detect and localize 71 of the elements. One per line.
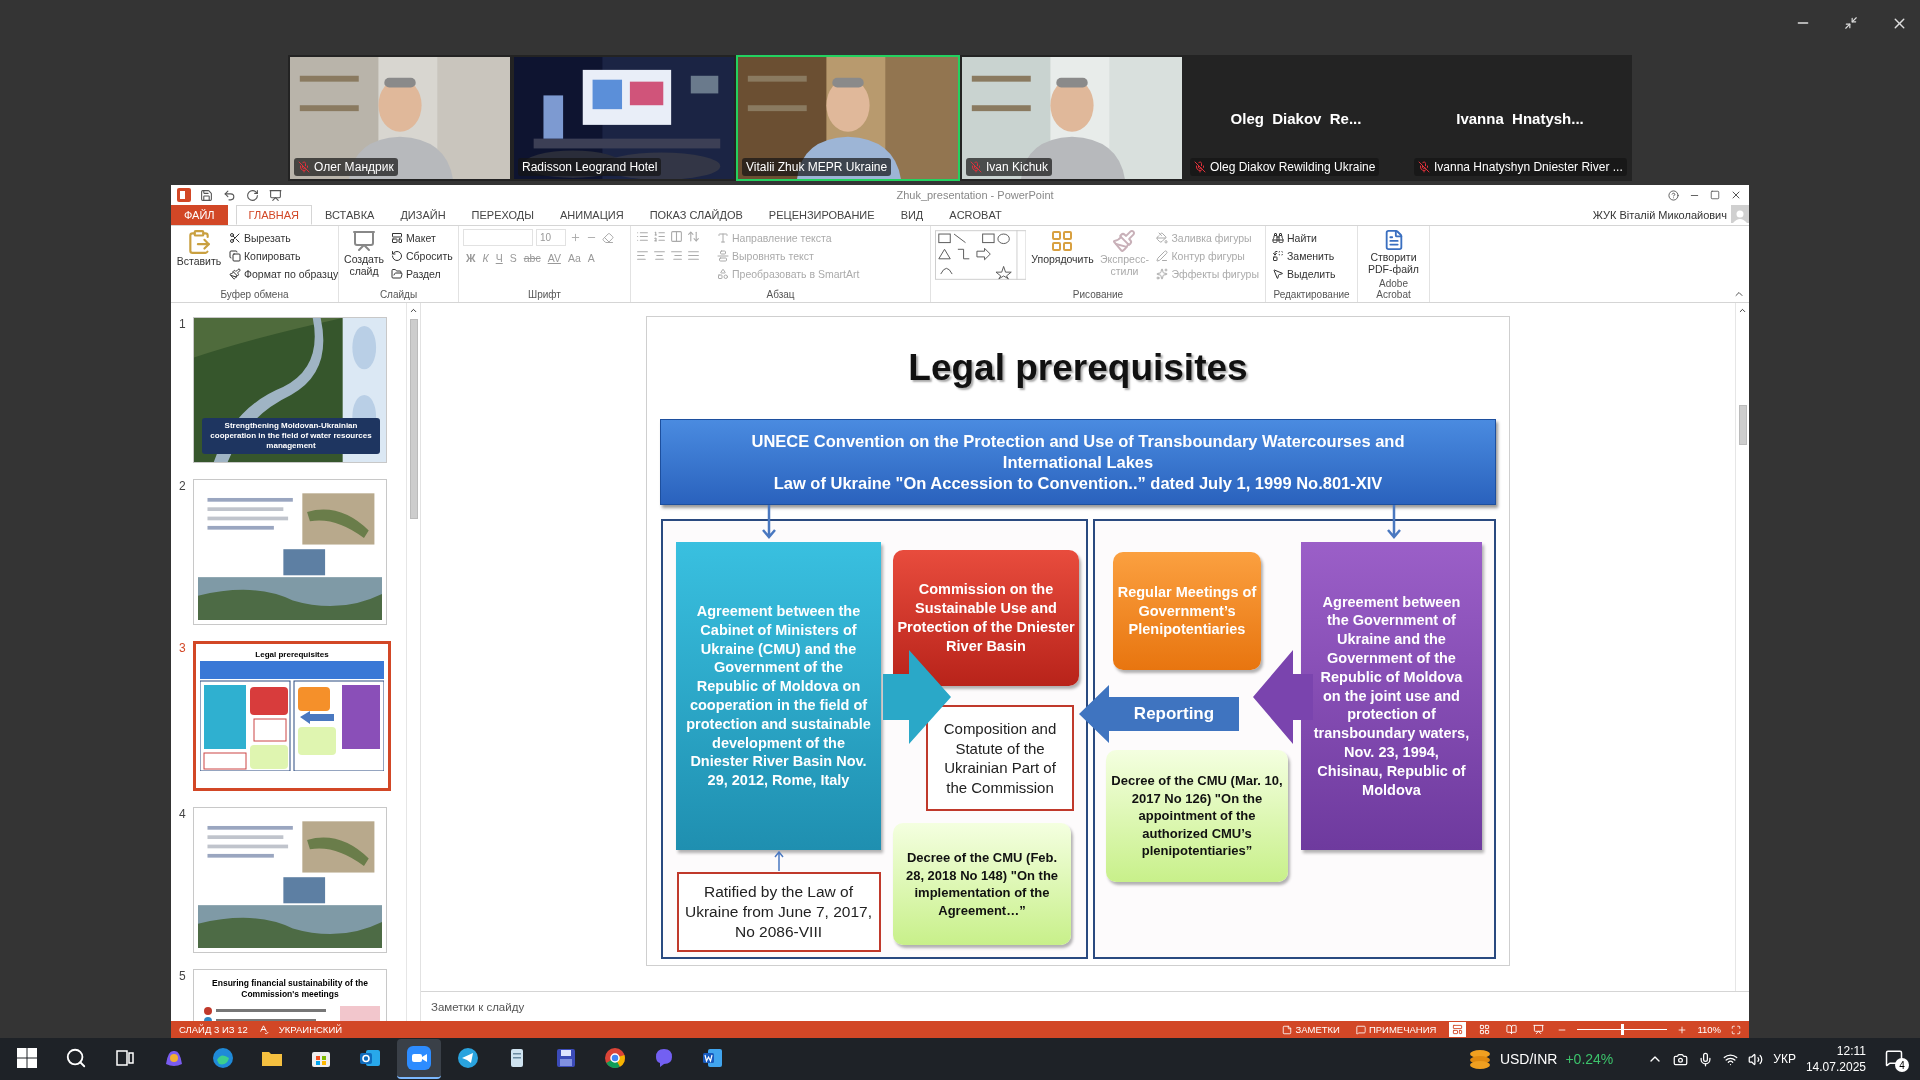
slide-number: 4 [179,807,187,823]
meetings-box: Regular Meetings of Government’s Plenipotentiaries [1112,552,1261,670]
ribbon-button[interactable]: Раздел [389,265,455,282]
reporting-arrow: Reporting [1079,685,1239,743]
slide-number: 2 [179,479,187,495]
ribbon-button[interactable]: Вырезать [227,229,341,246]
slide-title: Strengthening Moldovan-Ukrainian cooperation in the field of water resources management [202,418,380,454]
slide-thumbnail[interactable]: Legal prerequisites [193,641,391,791]
decree-box: Decree of the CMU (Mar. 10, 2017 No 126) "On the appointment of the authorized CMU’s plenipotentiaries” [1105,750,1288,882]
composition-box: Composition and Statute of the Ukrainian Part of the Commission [926,705,1074,811]
group-label: Слайды [378,289,419,302]
slide-title: Legal prerequisites [907,347,1249,390]
ribbon-button[interactable]: Сбросить [389,247,455,264]
ratified-box: Ratified by the Law of Ukraine from June 7, 2017, No 2086-VIII [676,872,881,952]
ticker-symbol: USD/INR [1499,1051,1558,1067]
video-tile[interactable]: Ivan Kichuk [960,55,1184,181]
ribbon-button[interactable]: Найти [1270,229,1338,246]
group-label: Буфер обмена [219,289,290,302]
new-slide-button[interactable]: Создать слайд [343,229,385,289]
slide-number: 1 [179,317,187,333]
slide-title: Ensuring financial sustainability of the Commission's meetings [211,978,369,1000]
slide-counter: СЛАЙД 3 ИЗ 12 [179,1024,248,1035]
ribbon-button[interactable]: Копировать [227,247,341,264]
agreement-box: Agreement between the Cabinet of Ministers of Ukraine (CMU) and the Government of the Republic of Moldova on cooperation in the field of protection and sustainable development of the Dniester River Basin Nov. 29, 2012, Rome, Italy [676,542,881,850]
participant-label: Ivan Kichuk [966,158,1053,176]
ribbon-tab[interactable]: ФАЙЛ [171,205,228,225]
agreement-box: Agreement between the Government of Ukraine and the Government of the Republic of Moldova on the joint use and protection of transboundary waters, Nov. 23, 1994, Chisinau, Republic of Moldova [1300,542,1482,850]
ribbon-button[interactable]: Макет [389,229,455,246]
participant-label: Ivanna Hnatyshyn Dniester River ... [1414,158,1627,176]
slide-thumbnail[interactable]: Ensuring financial sustainability of the Commission's meetings [193,969,387,1021]
ribbon-tab[interactable]: ГЛАВНАЯ [235,205,313,225]
banner-text: Law of Ukraine "On Accession to Convention..” dated July 1, 1999 No.801-XIV [772,472,1384,494]
language-label: УКРАИНСКИЙ [278,1024,343,1035]
keyboard-language[interactable]: УКР [1773,1052,1796,1066]
paste-button[interactable]: Вставить [175,229,223,289]
participant-label: Radisson Leogrand Hotel [518,158,662,176]
video-tile[interactable]: Олег Мандрик [288,55,512,181]
participant-name: Oleg Diakov Re... [1230,109,1362,127]
banner-text: UNECE Convention on the Protection and Use of Transboundary Watercourses and International Lakes [750,430,1406,473]
zoom-reading: 110% [1697,1024,1721,1035]
ribbon-button[interactable]: Заменить [1270,247,1338,264]
group-label: Adobe Acrobat [1375,278,1412,302]
decree-box: Decree of the CMU (Feb. 28, 2018 No 148) "On the implementation of the Agreement…” [893,823,1071,945]
video-tile[interactable]: Oleg Diakov Re... Oleg Diakov Rewilding Ukraine [1184,55,1408,181]
window-title: Zhuk_presentation - PowerPoint [895,189,1055,201]
arrange-button[interactable]: Упорядочить [1030,229,1095,289]
participant-name: Ivanna Hnatysh... [1456,109,1584,127]
commission-box: Commission on the Sustainable Use and Protection of the Dniester River Basin [893,550,1079,686]
create-pdf-button[interactable]: Створити PDF-файл [1363,229,1424,278]
clock[interactable]: 12:11 14.07.2025 [1805,1043,1866,1075]
notes-button[interactable]: ЗАМЕТКИ [1279,1024,1343,1035]
video-tile[interactable]: Vitalii Zhuk MEPR Ukraine [736,55,960,181]
slide-title: Legal prerequisites [254,650,330,659]
ribbon-button[interactable]: Формат по образцу [227,265,341,282]
group-label: Шрифт [527,289,562,302]
participant-label: Oleg Diakov Rewilding Ukraine [1190,158,1380,176]
slide-number: 5 [179,969,187,985]
video-tile[interactable]: Ivanna Hnatysh... Ivanna Hnatyshyn Dniester River ... [1408,55,1632,181]
slide-number: 3 [179,641,187,657]
user-name: ЖУК Віталій Миколайович [1592,208,1728,223]
ticker-change: +0.24% [1565,1051,1614,1067]
slide-thumbnail[interactable]: Strengthening Moldovan-Ukrainian cooperation in the field of water resources management [193,317,387,463]
notifications-button[interactable]: 4 [1876,1039,1912,1079]
comments-button[interactable]: ПРИМЕЧАНИЯ [1352,1024,1440,1035]
video-tile[interactable]: Radisson Leogrand Hotel [512,55,736,181]
ribbon-button[interactable]: Выделить [1270,265,1338,282]
group-label: Редактирование [1272,289,1351,302]
group-label: Рисование [1071,289,1125,302]
participant-label: Олег Мандрик [294,158,398,176]
group-label: Абзац [765,289,796,302]
participant-label: Vitalii Zhuk MEPR Ukraine [742,158,892,176]
